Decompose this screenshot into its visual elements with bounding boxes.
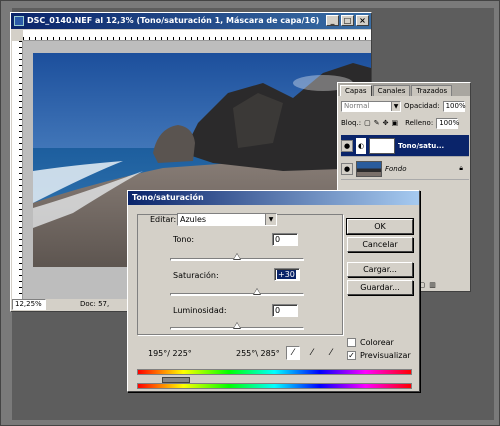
- eye-icon[interactable]: ●: [341, 162, 353, 175]
- layer-name: Fondo: [385, 164, 407, 173]
- lock-fill-row: Bloq.: ▢ ✎ ✥ ▣ Relleno: 100%: [338, 116, 470, 130]
- lock-label: Bloq.:: [341, 119, 362, 127]
- preview-label: Previsualizar: [360, 351, 411, 360]
- layer-mask-thumbnail[interactable]: [369, 137, 395, 154]
- layer-row-adjustment[interactable]: ● ◐ Tono/satu...: [341, 135, 469, 157]
- ok-button[interactable]: OK: [346, 218, 414, 235]
- layer-thumbnail: [356, 160, 382, 177]
- fill-label: Relleno:: [405, 119, 434, 127]
- chevron-down-icon: ▼: [391, 101, 400, 111]
- eyedropper-minus-icon[interactable]: ⁄: [324, 346, 338, 360]
- color-spectrum-bottom: [137, 383, 412, 389]
- lightness-slider-thumb[interactable]: [233, 322, 241, 329]
- minimize-button[interactable]: _: [326, 15, 339, 26]
- eye-icon[interactable]: ●: [341, 139, 353, 152]
- range-left-readout: 195°/ 225°: [148, 349, 192, 358]
- layer-name: Tono/satu...: [398, 141, 445, 150]
- colorize-checkbox[interactable]: [347, 338, 356, 347]
- doc-size-info: Doc: 57,: [80, 299, 110, 308]
- load-button[interactable]: Cargar...: [347, 262, 413, 277]
- layers-panel-tabs: Capas Canales Trazados: [338, 83, 470, 96]
- fill-field[interactable]: 100%: [436, 117, 459, 129]
- lock-paint-icon[interactable]: ✎: [374, 119, 380, 127]
- hue-saturation-dialog: Tono/saturación Editar: Azules ▼ Tono: 0…: [127, 190, 420, 392]
- save-button[interactable]: Guardar...: [347, 280, 413, 295]
- close-button[interactable]: ×: [356, 15, 369, 26]
- blend-opacity-row: Normal ▼ Opacidad: 100%: [338, 99, 470, 113]
- hue-slider-thumb[interactable]: [233, 253, 241, 260]
- colorize-option[interactable]: Colorear: [347, 338, 394, 347]
- range-right-readout: 255°\ 285°: [236, 349, 280, 358]
- preview-option[interactable]: ✓ Previsualizar: [347, 351, 411, 360]
- tab-trazados[interactable]: Trazados: [411, 85, 453, 96]
- tab-canales[interactable]: Canales: [372, 85, 411, 96]
- photoshop-document-icon: [14, 16, 24, 26]
- blend-mode-value: Normal: [344, 101, 370, 110]
- edit-channel-select[interactable]: Azules ▼: [177, 213, 277, 226]
- adjustment-group: [137, 214, 343, 335]
- saturation-field[interactable]: +30: [274, 268, 300, 281]
- lightness-field[interactable]: 0: [272, 304, 298, 317]
- layer-row-background[interactable]: ● Fondo 🔒︎: [341, 158, 469, 180]
- edit-channel-value: Azules: [180, 215, 207, 224]
- horizontal-ruler: [23, 30, 371, 41]
- vertical-ruler: [12, 41, 23, 299]
- saturation-slider-thumb[interactable]: [253, 288, 261, 295]
- document-titlebar[interactable]: DSC_0140.NEF al 12,3% (Tono/saturación 1…: [11, 13, 371, 29]
- saturation-value: +30: [277, 270, 296, 279]
- eyedropper-plus-icon[interactable]: ⁄: [305, 346, 319, 360]
- edit-label: Editar:: [150, 215, 177, 224]
- lock-move-icon[interactable]: ✥: [383, 119, 389, 127]
- color-spectrum-top: [137, 369, 412, 375]
- tab-capas[interactable]: Capas: [340, 85, 372, 96]
- saturation-label: Saturación:: [173, 271, 219, 280]
- preview-checkbox[interactable]: ✓: [347, 351, 356, 360]
- document-title: DSC_0140.NEF al 12,3% (Tono/saturación 1…: [27, 16, 320, 25]
- maximize-button[interactable]: □: [341, 15, 354, 26]
- lock-transparency-icon[interactable]: ▢: [364, 119, 371, 127]
- blend-mode-select[interactable]: Normal ▼: [341, 100, 401, 112]
- lock-all-icon[interactable]: ▣: [391, 119, 398, 127]
- opacity-field[interactable]: 100%: [442, 100, 466, 112]
- cancel-button[interactable]: Cancelar: [347, 237, 413, 252]
- trash-icon[interactable]: ▥: [429, 281, 436, 289]
- zoom-field[interactable]: 12,25%: [12, 298, 46, 310]
- saturation-slider-track[interactable]: [170, 293, 304, 296]
- hue-field[interactable]: 0: [272, 233, 298, 246]
- lock-icon: 🔒︎: [459, 164, 463, 172]
- hue-label: Tono:: [173, 235, 195, 244]
- adjustment-layer-icon: ◐: [356, 137, 366, 154]
- chevron-down-icon: ▼: [265, 214, 276, 225]
- dialog-title[interactable]: Tono/saturación: [128, 191, 419, 205]
- opacity-label: Opacidad:: [404, 102, 440, 110]
- lightness-label: Luminosidad:: [173, 306, 227, 315]
- colorize-label: Colorear: [360, 338, 394, 347]
- eyedropper-icon[interactable]: ⁄: [286, 346, 300, 360]
